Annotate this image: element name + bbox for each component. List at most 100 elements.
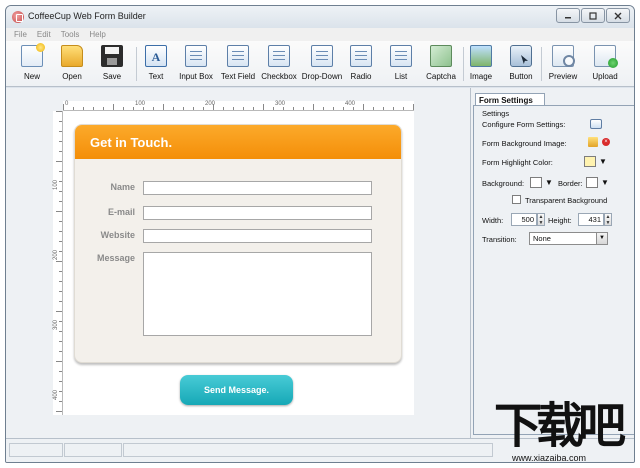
image-tool-button[interactable]: Image (465, 43, 497, 85)
ruler-tick (253, 107, 254, 110)
width-input[interactable]: 500 (511, 213, 537, 226)
ruler-tick (59, 401, 62, 402)
menu-edit[interactable]: Edit (37, 30, 51, 39)
ruler-tick (413, 104, 414, 110)
ruler-tick (293, 107, 294, 110)
button-tool-label: Button (509, 72, 533, 81)
toolbar-separator (541, 47, 542, 81)
status-cell (64, 443, 122, 457)
menu-file[interactable]: File (14, 30, 27, 39)
height-stepper[interactable]: ▲ ▼ (604, 213, 612, 226)
ruler-tick (59, 201, 62, 202)
ruler-tick (59, 241, 62, 242)
remove-image-icon[interactable]: × (602, 138, 610, 146)
open-label: Open (62, 72, 82, 81)
dropdown-icon (311, 45, 333, 67)
new-button[interactable]: New (14, 43, 50, 85)
ruler-tick (123, 107, 124, 110)
text-icon: A (145, 45, 167, 67)
configure-settings-icon[interactable] (590, 119, 602, 129)
ruler-tick (56, 161, 62, 162)
chevron-down-icon[interactable]: ▼ (599, 157, 607, 166)
preview-label: Preview (548, 72, 578, 81)
image-icon (470, 45, 492, 67)
ruler-tick (343, 107, 344, 110)
name-field[interactable] (143, 181, 372, 195)
button-tool-button[interactable]: Button (504, 43, 538, 85)
configure-settings-label: Configure Form Settings: (482, 120, 566, 129)
ruler-tick (363, 104, 364, 110)
minimize-button[interactable] (556, 8, 580, 23)
form-card[interactable]: Get in Touch. Name E-mail Website Messag… (74, 124, 402, 363)
ruler-tick (59, 351, 62, 352)
ruler-tick (56, 261, 62, 262)
chevron-down-icon[interactable]: ▼ (545, 178, 553, 187)
input-box-button[interactable]: Input Box (175, 43, 217, 85)
transparent-background-checkbox[interactable] (512, 195, 521, 204)
ruler-tick (273, 107, 274, 110)
chevron-down-icon[interactable]: ▼ (596, 233, 607, 244)
ruler-tick (59, 341, 62, 342)
upload-button[interactable]: Upload (587, 43, 623, 85)
toolbar-separator (136, 47, 137, 81)
ruler-tick (283, 107, 284, 110)
text-field-label: Text Field (220, 72, 256, 81)
width-stepper[interactable]: ▲ ▼ (537, 213, 545, 226)
watermark-url: www.xiazaiba.com (512, 453, 587, 463)
save-button[interactable]: Save (94, 43, 130, 85)
ruler-tick (56, 411, 62, 412)
message-textarea[interactable] (143, 252, 372, 336)
close-button[interactable] (606, 8, 630, 23)
ruler-tick (59, 381, 62, 382)
text-field-button[interactable]: Text Field (218, 43, 258, 85)
captcha-tool-label: Captcha (426, 72, 456, 81)
chevron-down-icon[interactable]: ▼ (601, 178, 609, 187)
transition-select[interactable]: None ▼ (529, 232, 608, 245)
ruler-tick (59, 191, 62, 192)
dropdown-tool-button[interactable]: Drop-Down (300, 43, 344, 85)
height-label: Height: (548, 216, 572, 225)
open-image-icon[interactable] (588, 137, 598, 147)
width-label: Width: (482, 216, 504, 225)
toolbar: New Open Save A Text Input Box Text Fiel… (6, 41, 634, 87)
vertical-ruler: 100 200 300 400 (53, 111, 63, 415)
checkbox-tool-button[interactable]: Checkbox (259, 43, 299, 85)
height-input[interactable]: 431 (578, 213, 604, 226)
border-color-swatch[interactable] (586, 177, 598, 188)
dropdown-tool-label: Drop-Down (301, 72, 343, 81)
text-tool-button[interactable]: A Text (140, 43, 172, 85)
captcha-icon (430, 45, 452, 67)
image-tool-label: Image (469, 72, 493, 81)
open-button[interactable]: Open (54, 43, 90, 85)
radio-tool-button[interactable]: Radio (346, 43, 376, 85)
list-tool-button[interactable]: List (386, 43, 416, 85)
ruler-tick (56, 111, 62, 112)
menu-tools[interactable]: Tools (61, 30, 80, 39)
new-label: New (23, 72, 40, 81)
ruler-tick (353, 107, 354, 110)
window-title: CoffeeCup Web Form Builder (28, 11, 146, 21)
ruler-tick (59, 121, 62, 122)
design-workspace[interactable]: 0 100 200 300 400 100 200 300 400 Get in… (6, 88, 470, 438)
ruler-tick (263, 104, 264, 110)
background-color-swatch[interactable] (530, 177, 542, 188)
highlight-color-swatch[interactable] (584, 156, 596, 167)
ruler-tick (83, 107, 84, 110)
open-folder-icon (61, 45, 83, 67)
checkbox-tool-label: Checkbox (261, 72, 297, 81)
menu-help[interactable]: Help (89, 30, 105, 39)
form-canvas[interactable]: Get in Touch. Name E-mail Website Messag… (63, 111, 414, 415)
text-tool-label: Text (148, 72, 164, 81)
horizontal-ruler: 0 100 200 300 400 (63, 101, 414, 111)
send-message-button[interactable]: Send Message. (180, 375, 293, 405)
ruler-tick (213, 104, 214, 110)
watermark-logo: 下载吧 (494, 398, 626, 454)
ruler-tick (373, 107, 374, 110)
ruler-tick (153, 107, 154, 110)
email-field[interactable] (143, 206, 372, 220)
maximize-button[interactable] (581, 8, 605, 23)
website-field[interactable] (143, 229, 372, 243)
transition-label: Transition: (482, 235, 517, 244)
captcha-tool-button[interactable]: Captcha (424, 43, 458, 85)
preview-button[interactable]: Preview (545, 43, 581, 85)
